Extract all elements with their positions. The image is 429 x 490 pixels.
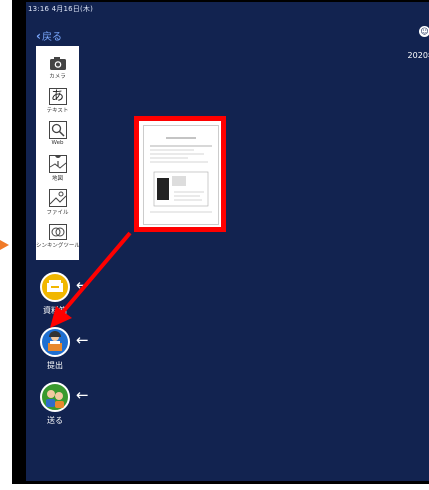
sidebar-label-materials: 資料箱: [43, 306, 67, 315]
arrow-left-icon: ←: [76, 276, 89, 294]
thinking-tool-icon: [48, 224, 67, 240]
device-frame: 13:16 4月16日(木) ‹戻る カメラ あ テキスト Web 地図 ファイ…: [12, 0, 429, 484]
tool-thinking-label: シンキングツール: [36, 243, 80, 249]
tool-palette: カメラ あ テキスト Web 地図 ファイル シンキングツール: [36, 46, 80, 260]
sidebar-label-submit: 提出: [47, 361, 63, 370]
tool-web[interactable]: Web: [36, 121, 79, 146]
user-date: 2020年4: [407, 51, 429, 60]
send-icon: [40, 382, 70, 412]
arrow-left-icon: ←: [76, 331, 89, 349]
magnifier-icon: [48, 121, 67, 139]
highlighted-document-card[interactable]: [134, 116, 226, 232]
back-label: 戻る: [41, 32, 62, 43]
map-icon: [48, 155, 67, 173]
tool-web-label: Web: [51, 140, 64, 146]
text-icon: あ: [48, 88, 67, 105]
tool-camera-label: カメラ: [49, 74, 66, 80]
tool-file[interactable]: ファイル: [36, 189, 79, 216]
tool-camera[interactable]: カメラ: [36, 56, 79, 80]
arrow-left-icon: ←: [76, 386, 89, 404]
materials-box-icon: [40, 272, 70, 302]
tool-thinking[interactable]: シンキングツール: [36, 224, 80, 249]
tool-text[interactable]: あ テキスト: [36, 88, 79, 114]
status-bar: 13:16 4月16日(木): [28, 5, 94, 13]
user-icon: ☺: [419, 26, 429, 37]
orange-pointer-icon: [0, 240, 9, 250]
sidebar-label-send: 送る: [47, 416, 63, 425]
user-org: 職: [408, 38, 429, 50]
camera-icon: [49, 57, 66, 70]
tool-map[interactable]: 地図: [36, 155, 79, 182]
tool-text-label: テキスト: [46, 108, 69, 114]
text-icon-glyph: あ: [50, 89, 64, 104]
user-info[interactable]: ☺岩 職 2020年4: [408, 26, 429, 62]
file-icon: [48, 189, 67, 207]
document-page-icon: [150, 137, 212, 213]
app-screen: 13:16 4月16日(木) ‹戻る カメラ あ テキスト Web 地図 ファイ…: [26, 2, 429, 481]
chevron-left-icon: ‹: [36, 29, 41, 43]
tool-map-label: 地図: [51, 176, 63, 182]
back-button[interactable]: ‹戻る: [36, 28, 62, 43]
submit-icon: [40, 327, 70, 357]
document-thumbnail: [143, 125, 219, 225]
tool-file-label: ファイル: [46, 210, 69, 216]
